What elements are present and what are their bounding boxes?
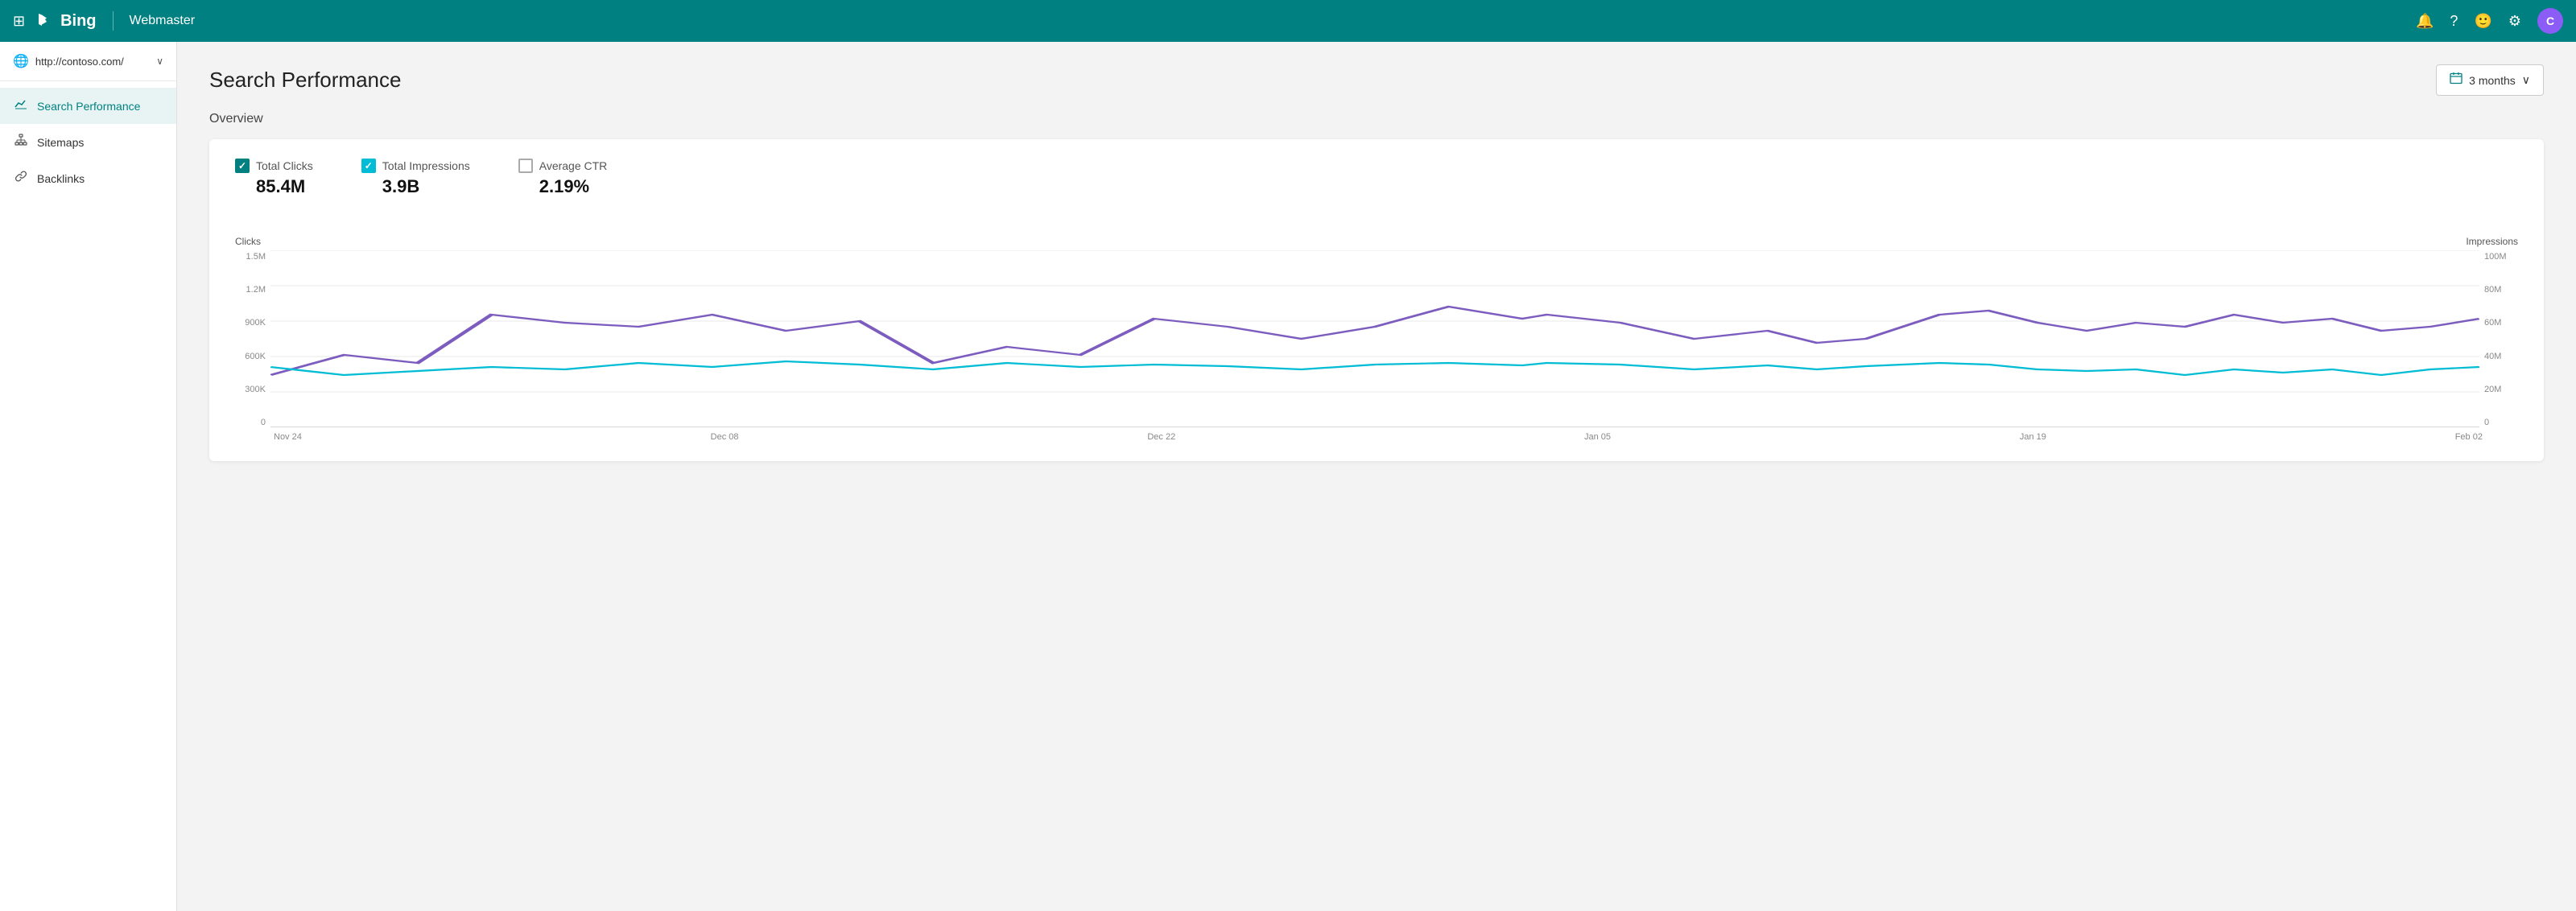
main-layout: 🌐 http://contoso.com/ ∨ Search Performan… [0,42,2576,911]
bing-logo-icon [35,11,54,31]
notification-bell[interactable]: 🔔 [2416,13,2434,30]
top-navigation: ⊞ Bing Webmaster 🔔 ? 🙂 ⚙ C [0,0,2576,42]
site-url-text: http://contoso.com/ [35,56,150,68]
chart-svg [270,250,2479,427]
metric-total-clicks-header: ✓ Total Clicks [235,159,313,173]
y-left-label-2: 900K [245,318,266,328]
sidebar-item-backlinks[interactable]: Backlinks [0,160,176,196]
average-ctr-label: Average CTR [539,159,608,172]
globe-icon: 🌐 [13,53,29,69]
y-right-label-1: 80M [2484,285,2501,295]
page-header: Search Performance 3 months ∨ [177,42,2576,112]
total-impressions-value: 3.9B [361,176,470,197]
backlinks-icon [14,170,27,187]
date-filter-chevron-icon: ∨ [2522,73,2530,87]
metric-total-clicks: ✓ Total Clicks 85.4M [235,159,313,197]
chart-right-axis-label: Impressions [2466,236,2518,247]
impressions-line [270,361,2479,375]
metric-total-impressions-header: ✓ Total Impressions [361,159,470,173]
checkmark-icon: ✓ [238,160,246,171]
x-label-4: Jan 19 [2020,432,2046,442]
grid-icon[interactable]: ⊞ [13,13,25,30]
bing-logo: Bing [35,11,96,31]
overview-card: ✓ Total Clicks 85.4M ✓ Total Impression [209,139,2544,461]
metric-average-ctr-header: Average CTR [518,159,608,173]
page-title: Search Performance [209,68,401,93]
chart-area: Clicks Impressions 1.5M 1.2M 900K 600K 3… [235,236,2518,442]
y-left-label-4: 300K [245,385,266,394]
x-label-0: Nov 24 [274,432,302,442]
date-filter-button[interactable]: 3 months ∨ [2436,64,2544,96]
overview-label: Overview [209,112,2544,126]
y-axis-left: 1.5M 1.2M 900K 600K 300K 0 [235,250,270,427]
sidebar-item-sitemaps[interactable]: Sitemaps [0,124,176,160]
chart-left-axis-label: Clicks [235,236,261,247]
average-ctr-value: 2.19% [518,176,608,197]
total-clicks-value: 85.4M [235,176,313,197]
x-label-1: Dec 08 [711,432,739,442]
topnav-right: 🔔 ? 🙂 ⚙ C [2416,8,2563,34]
sidebar-navigation: Search Performance Si [0,81,176,203]
y-left-label-0: 1.5M [246,252,266,262]
total-impressions-checkbox[interactable]: ✓ [361,159,376,173]
x-label-5: Feb 02 [2455,432,2483,442]
x-label-3: Jan 05 [1584,432,1611,442]
total-clicks-label: Total Clicks [256,159,313,172]
average-ctr-checkbox[interactable] [518,159,533,173]
total-impressions-label: Total Impressions [382,159,470,172]
sidebar: 🌐 http://contoso.com/ ∨ Search Performan… [0,42,177,911]
user-avatar[interactable]: C [2537,8,2563,34]
checkmark-icon: ✓ [365,160,373,171]
y-left-label-1: 1.2M [246,285,266,295]
y-right-label-5: 0 [2484,418,2489,427]
site-url-selector[interactable]: 🌐 http://contoso.com/ ∨ [0,42,176,81]
y-right-label-4: 20M [2484,385,2501,394]
chart-wrapper: 1.5M 1.2M 900K 600K 300K 0 [235,250,2518,427]
feedback-icon[interactable]: 🙂 [2474,13,2491,30]
metric-average-ctr: Average CTR 2.19% [518,159,608,197]
sitemaps-icon [14,134,27,150]
x-axis: Nov 24 Dec 08 Dec 22 Jan 05 Jan 19 Feb 0… [235,429,2518,442]
url-chevron-icon: ∨ [156,56,163,67]
chart-axis-labels: Clicks Impressions [235,236,2518,247]
y-left-label-5: 0 [261,418,266,427]
nav-divider [113,11,114,31]
y-axis-right: 100M 80M 60M 40M 20M 0 [2479,250,2518,427]
y-right-label-0: 100M [2484,252,2507,262]
date-filter-label: 3 months [2469,74,2516,87]
metric-total-impressions: ✓ Total Impressions 3.9B [361,159,470,197]
y-right-label-3: 40M [2484,352,2501,361]
app-title: Webmaster [130,14,196,28]
help-button[interactable]: ? [2450,13,2458,30]
calendar-icon [2450,72,2462,89]
bing-text: Bing [60,12,96,31]
sidebar-item-label-backlinks: Backlinks [37,172,85,185]
main-content: Search Performance 3 months ∨ Overview [177,42,2576,911]
sidebar-item-label-sitemaps: Sitemaps [37,136,84,149]
sidebar-item-search-performance[interactable]: Search Performance [0,88,176,124]
x-label-2: Dec 22 [1147,432,1175,442]
metrics-row: ✓ Total Clicks 85.4M ✓ Total Impression [235,159,2518,213]
search-performance-icon [14,97,27,114]
overview-section: Overview ✓ Total Clicks 85.4M [177,112,2576,493]
y-left-label-3: 600K [245,352,266,361]
sidebar-item-label-search-performance: Search Performance [37,100,140,113]
settings-icon[interactable]: ⚙ [2508,13,2521,30]
total-clicks-checkbox[interactable]: ✓ [235,159,250,173]
y-right-label-2: 60M [2484,318,2501,328]
